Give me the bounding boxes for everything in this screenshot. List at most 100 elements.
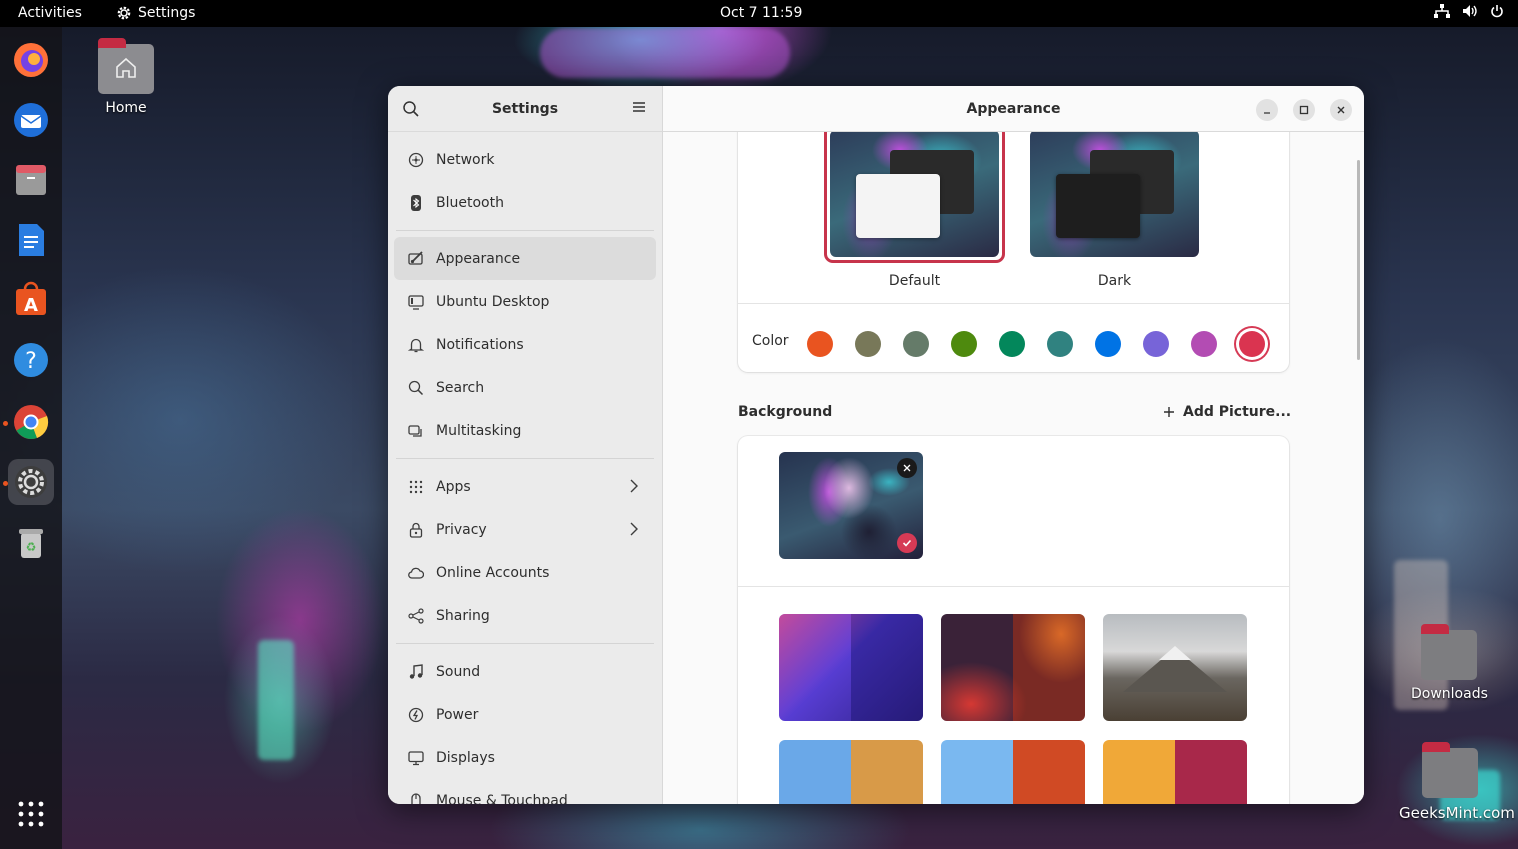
thunderbird-icon[interactable] [8, 97, 54, 143]
wallpaper-thumbnail[interactable] [1103, 614, 1247, 721]
folder-icon [1422, 742, 1478, 798]
display-icon [408, 750, 424, 766]
scrollbar[interactable] [1357, 160, 1360, 360]
close-button[interactable] [1330, 99, 1352, 121]
main-content: Default Dark Color Background Add Pictur… [663, 132, 1364, 804]
color-swatch-prussian-green[interactable] [1047, 331, 1073, 357]
sidebar-item-ubuntu-desktop[interactable]: Ubuntu Desktop [394, 280, 656, 323]
firefox-icon[interactable] [8, 37, 54, 83]
activities-button[interactable]: Activities [18, 5, 82, 21]
color-row: Color [738, 303, 1289, 372]
desktop-downloads[interactable]: Downloads [1411, 624, 1488, 702]
search-icon[interactable] [402, 100, 420, 118]
color-label: Color [752, 333, 789, 349]
sidebar-item-appearance[interactable]: Appearance [394, 237, 656, 280]
sidebar-item-label: Displays [436, 749, 495, 766]
bluetooth-icon [408, 194, 424, 211]
ubuntu-desktop-icon [408, 294, 424, 310]
app-menu[interactable]: Settings [116, 5, 195, 21]
show-apps-icon[interactable] [8, 791, 54, 837]
desktop-downloads-label: Downloads [1411, 686, 1488, 702]
watermark: GeeksMint.com [1399, 804, 1515, 822]
sidebar-item-privacy[interactable]: Privacy [394, 508, 656, 551]
sidebar-item-label: Sharing [436, 607, 490, 624]
sidebar-item-notifications[interactable]: Notifications [394, 323, 656, 366]
wallpaper-thumbnail[interactable] [941, 614, 1085, 721]
network-icon [408, 152, 424, 168]
sidebar-item-label: Multitasking [436, 422, 522, 439]
cloud-icon [408, 565, 424, 581]
main-header: Appearance [663, 86, 1364, 132]
sidebar-item-label: Privacy [436, 521, 487, 538]
sidebar-item-label: Mouse & Touchpad [436, 792, 568, 805]
add-picture-button[interactable]: Add Picture... [1163, 404, 1291, 420]
sidebar-item-label: Network [436, 151, 495, 168]
mouse-icon [408, 792, 424, 804]
color-swatch-bark[interactable] [855, 331, 881, 357]
maximize-icon [1299, 105, 1309, 115]
search-icon [408, 380, 424, 396]
style-default-thumbnail[interactable] [830, 132, 999, 257]
minimize-button[interactable] [1256, 99, 1278, 121]
color-swatch-blue[interactable] [1095, 331, 1121, 357]
sidebar-item-sound[interactable]: Sound [394, 650, 656, 693]
wallpaper-thumbnail[interactable] [779, 614, 923, 721]
trash-icon[interactable]: ♻ [8, 519, 54, 565]
power-icon [408, 707, 424, 723]
color-swatch-sage[interactable] [903, 331, 929, 357]
sidebar-item-sharing[interactable]: Sharing [394, 594, 656, 637]
home-folder-icon [98, 38, 154, 94]
sidebar-item-network[interactable]: Network [394, 138, 656, 181]
sidebar-item-label: Appearance [436, 250, 521, 267]
dock: A ? ♻ [0, 27, 62, 849]
close-icon [1337, 106, 1345, 114]
sidebar-item-apps[interactable]: Apps [394, 465, 656, 508]
sidebar-list: Network Bluetooth Appearance Ubuntu Desk… [388, 132, 662, 804]
sidebar-item-displays[interactable]: Displays [394, 736, 656, 779]
current-background-thumbnail[interactable] [779, 452, 923, 559]
wallpaper-thumbnail[interactable] [779, 740, 923, 804]
app-center-icon[interactable]: A [8, 277, 54, 323]
color-swatch-purple[interactable] [1143, 331, 1169, 357]
maximize-button[interactable] [1293, 99, 1315, 121]
background-title: Background [738, 404, 833, 420]
sidebar-item-multitasking[interactable]: Multitasking [394, 409, 656, 452]
color-swatch-viridian[interactable] [999, 331, 1025, 357]
chrome-icon[interactable] [8, 399, 54, 445]
power-icon [1491, 5, 1503, 18]
chevron-right-icon [630, 522, 638, 536]
desktop-home[interactable]: Home [98, 38, 154, 116]
folder-icon [1421, 624, 1478, 680]
hamburger-menu-icon[interactable] [632, 100, 646, 114]
wallpaper-thumbnail[interactable] [1103, 740, 1247, 804]
sidebar-item-mouse-touchpad[interactable]: Mouse & Touchpad [394, 779, 656, 804]
files-icon[interactable] [8, 157, 54, 203]
sidebar-item-label: Bluetooth [436, 194, 504, 211]
sidebar-item-search[interactable]: Search [394, 366, 656, 409]
svg-text:♻: ♻ [26, 540, 37, 554]
color-swatch-olive[interactable] [951, 331, 977, 357]
sidebar-divider [396, 458, 654, 459]
style-dark-thumbnail[interactable] [1030, 132, 1199, 257]
wallpaper-thumbnail[interactable] [941, 740, 1085, 804]
system-tray[interactable] [1434, 4, 1504, 18]
settings-icon[interactable] [8, 459, 54, 505]
remove-background-button[interactable] [897, 458, 917, 478]
sidebar-item-power[interactable]: Power [394, 693, 656, 736]
color-swatch-magenta[interactable] [1191, 331, 1217, 357]
libreoffice-writer-icon[interactable] [8, 217, 54, 263]
desktop-folder[interactable] [1422, 742, 1478, 798]
help-icon[interactable]: ? [8, 337, 54, 383]
minimize-icon [1264, 112, 1270, 114]
appearance-icon [408, 250, 424, 267]
sidebar-item-online-accounts[interactable]: Online Accounts [394, 551, 656, 594]
sidebar-item-bluetooth[interactable]: Bluetooth [394, 181, 656, 224]
music-note-icon [408, 663, 424, 680]
apps-grid-icon [408, 479, 424, 495]
color-swatch-orange[interactable] [807, 331, 833, 357]
color-swatch-red[interactable] [1239, 331, 1265, 357]
clock[interactable]: Oct 7 11:59 [720, 5, 802, 21]
style-default-label: Default [888, 273, 941, 289]
card-divider [738, 586, 1289, 587]
sidebar-title: Settings [491, 100, 559, 117]
